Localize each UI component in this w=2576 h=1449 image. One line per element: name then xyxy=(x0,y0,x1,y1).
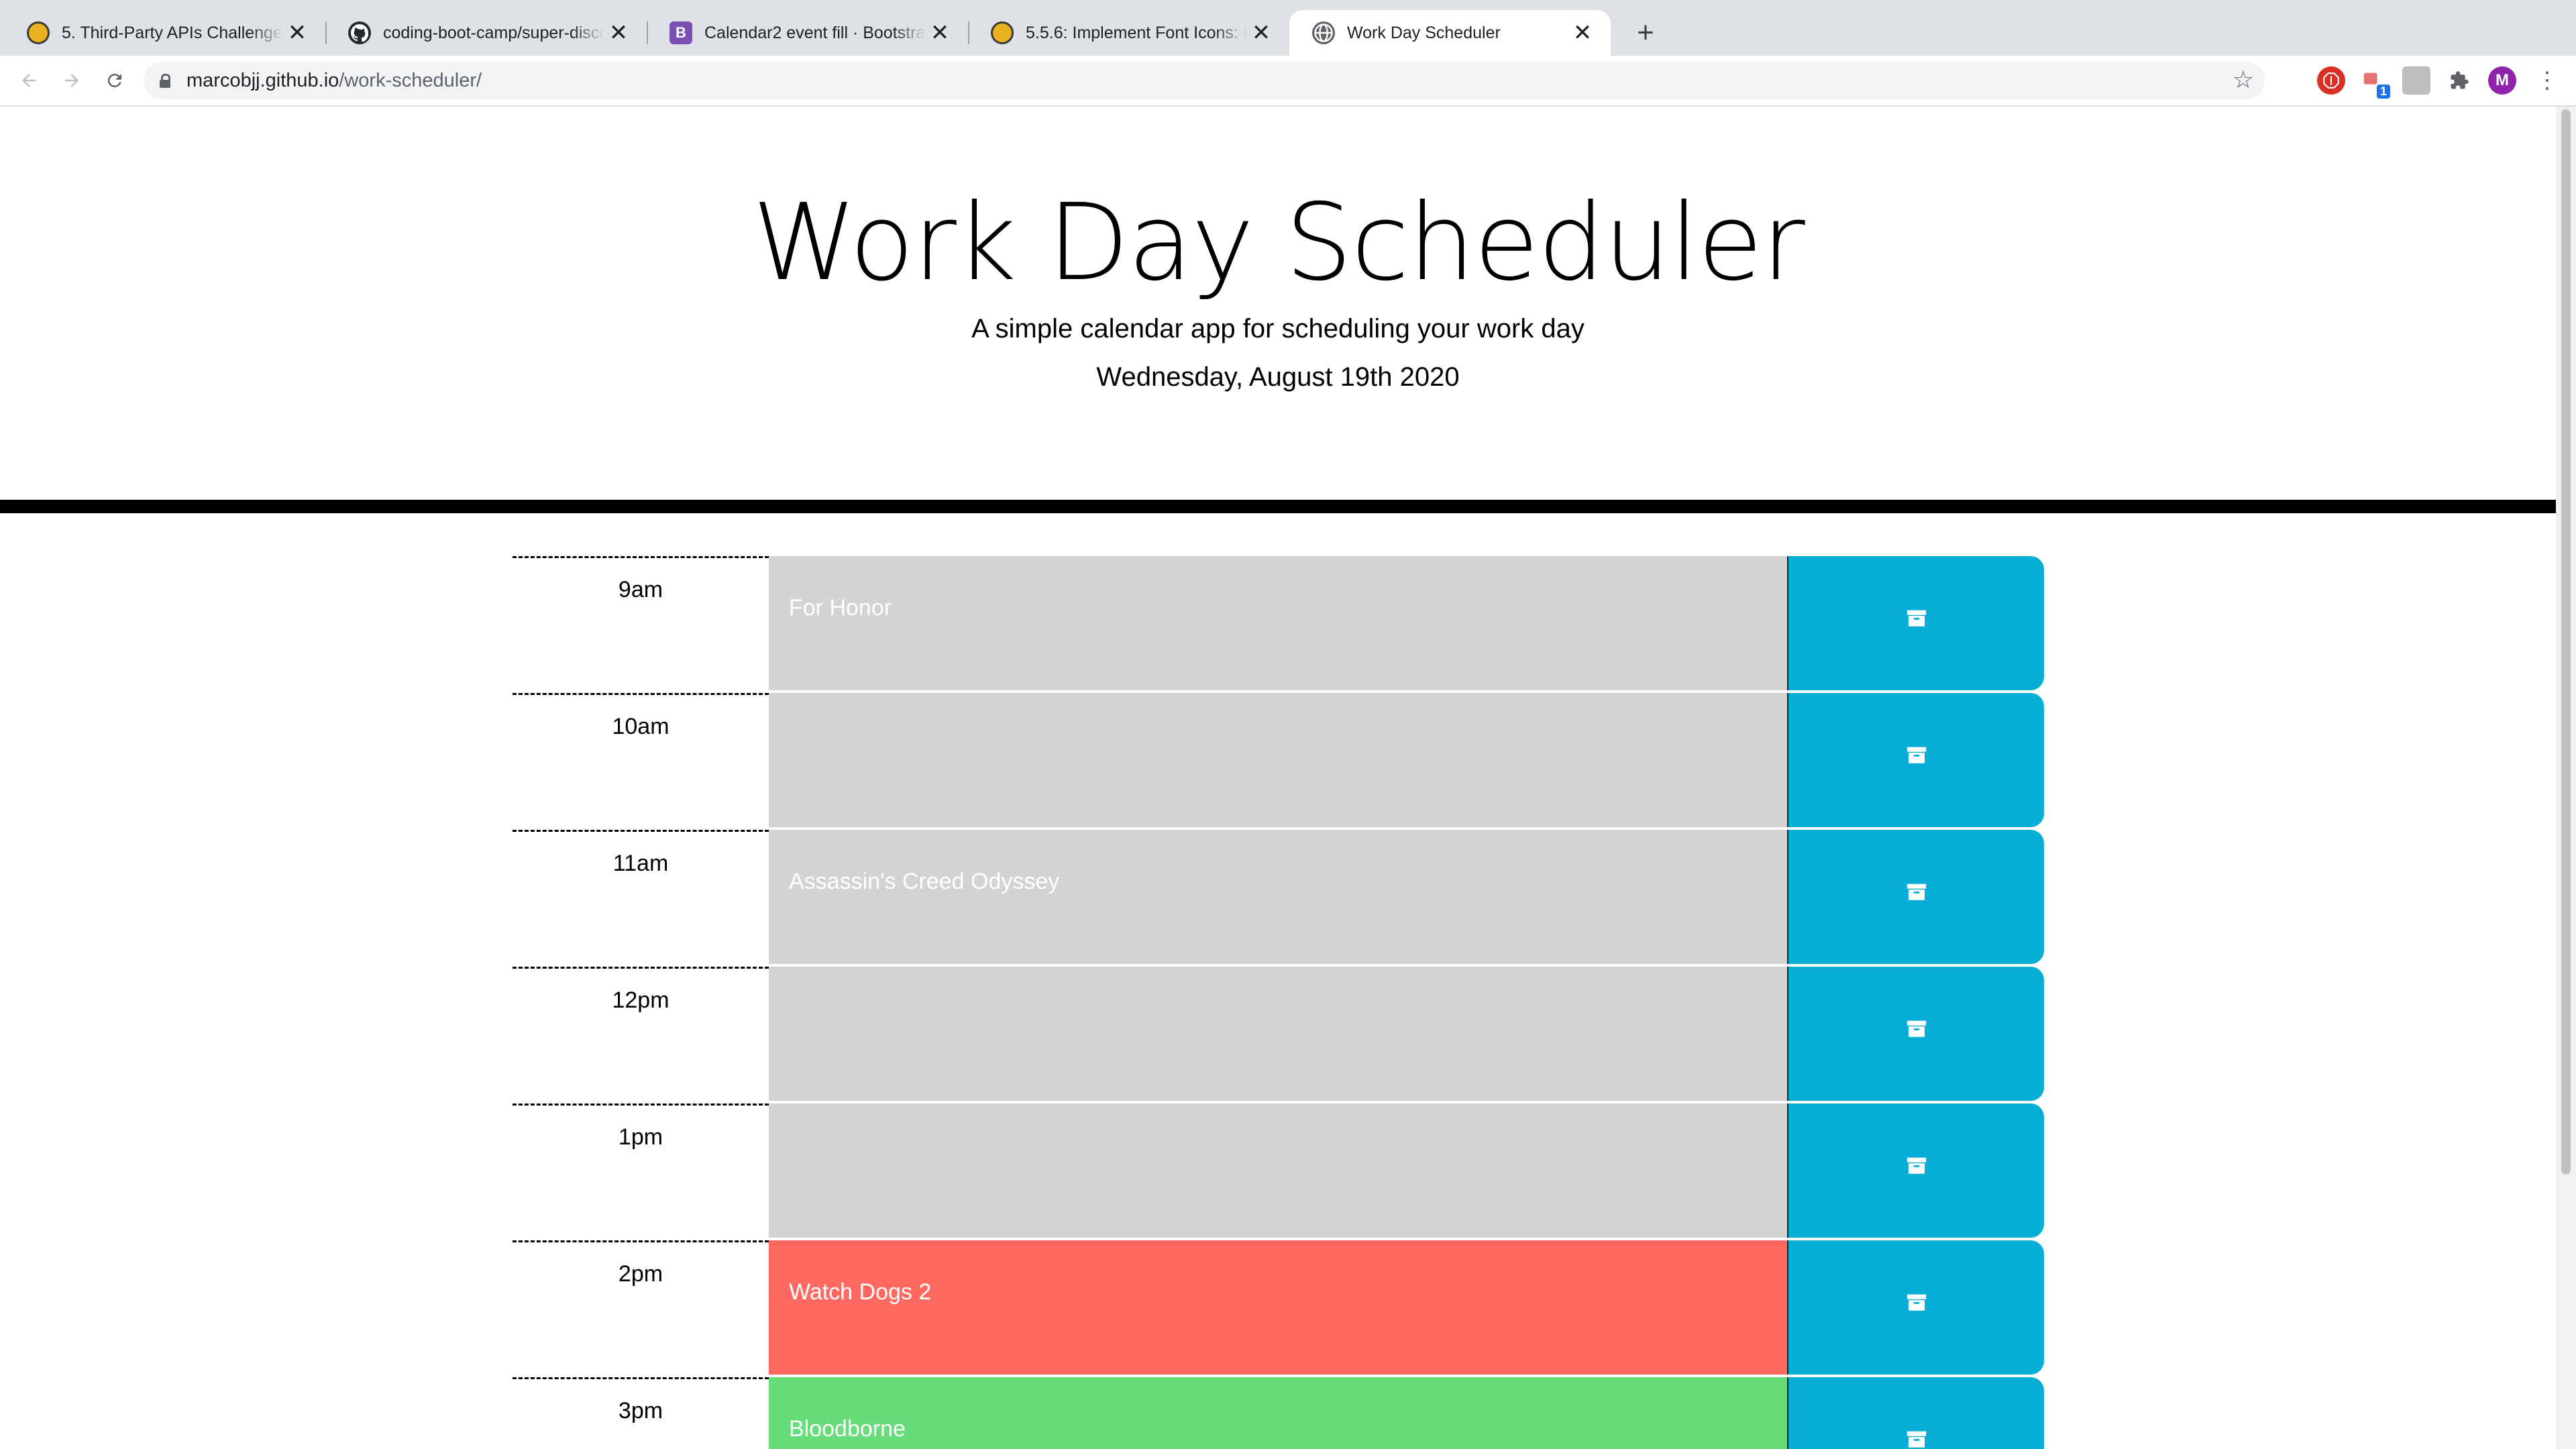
hour-label: 3pm xyxy=(513,1377,769,1449)
current-day: Wednesday, August 19th 2020 xyxy=(1096,362,1460,392)
save-button[interactable] xyxy=(1788,830,2044,964)
stripe-favicon-icon xyxy=(27,21,50,44)
save-button[interactable] xyxy=(1788,693,2044,827)
save-icon xyxy=(1907,610,1926,627)
save-button[interactable] xyxy=(1788,1240,2044,1375)
close-icon[interactable]: ✕ xyxy=(1569,19,1596,46)
new-tab-button[interactable]: + xyxy=(1630,16,1661,49)
time-block-row: 10am xyxy=(513,693,2044,827)
url-text: marcobjj.github.io/work-scheduler/ xyxy=(186,70,482,92)
hour-label: 9am xyxy=(513,556,769,690)
header-divider xyxy=(0,500,2556,513)
event-description[interactable] xyxy=(769,1104,1788,1238)
event-description[interactable] xyxy=(769,967,1788,1101)
save-icon xyxy=(1907,1157,1926,1174)
close-icon[interactable]: ✕ xyxy=(926,19,953,46)
tab-bootstrap-calendar[interactable]: B Calendar2 event fill · Bootstrap ✕ xyxy=(647,10,968,56)
close-icon[interactable]: ✕ xyxy=(284,19,311,46)
hour-label: 2pm xyxy=(513,1240,769,1375)
tab-font-icons[interactable]: 5.5.6: Implement Font Icons: Bootstrap ✕ xyxy=(968,10,1289,56)
forward-button[interactable] xyxy=(56,65,87,96)
event-description[interactable]: Watch Dogs 2 xyxy=(769,1240,1788,1375)
arrow-right-icon xyxy=(65,74,78,87)
save-icon xyxy=(1907,883,1926,900)
hour-label: 10am xyxy=(513,693,769,827)
back-button[interactable] xyxy=(13,65,44,96)
browser-toolbar: marcobjj.github.io/work-scheduler/ ☆ 1 M… xyxy=(0,56,2576,107)
tab-work-day-scheduler[interactable]: Work Day Scheduler ✕ xyxy=(1289,10,1611,56)
tab-title: 5.5.6: Implement Font Icons: Bootstrap xyxy=(1026,23,1247,42)
close-icon[interactable]: ✕ xyxy=(605,19,632,46)
page-title: Work Day Scheduler xyxy=(752,181,1805,305)
event-description[interactable]: Bloodborne xyxy=(769,1377,1788,1449)
save-icon xyxy=(1907,747,1926,763)
bootstrap-icon: B xyxy=(669,21,692,44)
time-block-row: 11am Assassin's Creed Odyssey xyxy=(513,830,2044,964)
adblock-extension-icon[interactable] xyxy=(2317,66,2345,95)
scrollbar-thumb[interactable] xyxy=(2561,109,2571,1175)
puzzle-extensions-icon[interactable] xyxy=(2445,66,2473,95)
url-host: marcobjj.github.io xyxy=(186,69,339,91)
time-block-row: 9am For Honor xyxy=(513,556,2044,690)
tab-title: Work Day Scheduler xyxy=(1347,23,1501,42)
arrow-left-icon xyxy=(22,74,36,87)
close-icon[interactable]: ✕ xyxy=(1248,19,1275,46)
hour-label: 1pm xyxy=(513,1104,769,1238)
time-block-row: 3pm Bloodborne xyxy=(513,1377,2044,1449)
hour-label: 11am xyxy=(513,830,769,964)
extension-badge: 1 xyxy=(2376,85,2390,99)
globe-icon xyxy=(1312,21,1335,44)
extension-with-badge-icon[interactable]: 1 xyxy=(2359,66,2390,99)
save-icon xyxy=(1907,1431,1926,1448)
tab-title: coding-boot-camp/super-disco xyxy=(383,23,604,42)
tab-title: Calendar2 event fill · Bootstrap xyxy=(704,23,926,42)
time-block-row: 2pm Watch Dogs 2 xyxy=(513,1240,2044,1375)
time-block-row: 1pm xyxy=(513,1104,2044,1238)
reload-icon xyxy=(107,73,121,87)
page-scrollbar[interactable] xyxy=(2556,107,2576,1449)
hour-label: 12pm xyxy=(513,967,769,1101)
event-description[interactable]: For Honor xyxy=(769,556,1788,690)
grey-extension-icon[interactable] xyxy=(2402,66,2430,95)
profile-avatar[interactable]: M xyxy=(2488,66,2516,95)
time-block-row: 12pm xyxy=(513,967,2044,1101)
tab-third-party-apis[interactable]: 5. Third-Party APIs Challenge: Work Day … xyxy=(4,10,325,56)
github-icon xyxy=(348,21,371,44)
save-button[interactable] xyxy=(1788,1377,2044,1449)
tab-github-super-disco[interactable]: coding-boot-camp/super-disco ✕ xyxy=(325,10,647,56)
save-button[interactable] xyxy=(1788,967,2044,1101)
kebab-menu-icon[interactable]: ⋮ xyxy=(2532,65,2563,96)
page-viewport: Work Day Scheduler A simple calendar app… xyxy=(0,107,2556,1449)
address-bar[interactable]: marcobjj.github.io/work-scheduler/ ☆ xyxy=(144,62,2265,99)
save-icon xyxy=(1907,1294,1926,1311)
stripe-favicon-icon xyxy=(991,21,1014,44)
save-button[interactable] xyxy=(1788,1104,2044,1238)
tab-title: 5. Third-Party APIs Challenge: Work Day … xyxy=(62,23,283,42)
reload-button[interactable] xyxy=(99,65,130,96)
bookmark-star-icon[interactable]: ☆ xyxy=(2233,66,2254,94)
save-button[interactable] xyxy=(1788,556,2044,690)
event-description[interactable] xyxy=(769,693,1788,827)
url-path: /work-scheduler/ xyxy=(339,69,482,91)
browser-tab-strip: 5. Third-Party APIs Challenge: Work Day … xyxy=(0,0,2576,56)
event-description[interactable]: Assassin's Creed Odyssey xyxy=(769,830,1788,964)
page-subtitle: A simple calendar app for scheduling you… xyxy=(971,314,1585,343)
lock-icon xyxy=(160,74,170,88)
save-icon xyxy=(1907,1020,1926,1037)
